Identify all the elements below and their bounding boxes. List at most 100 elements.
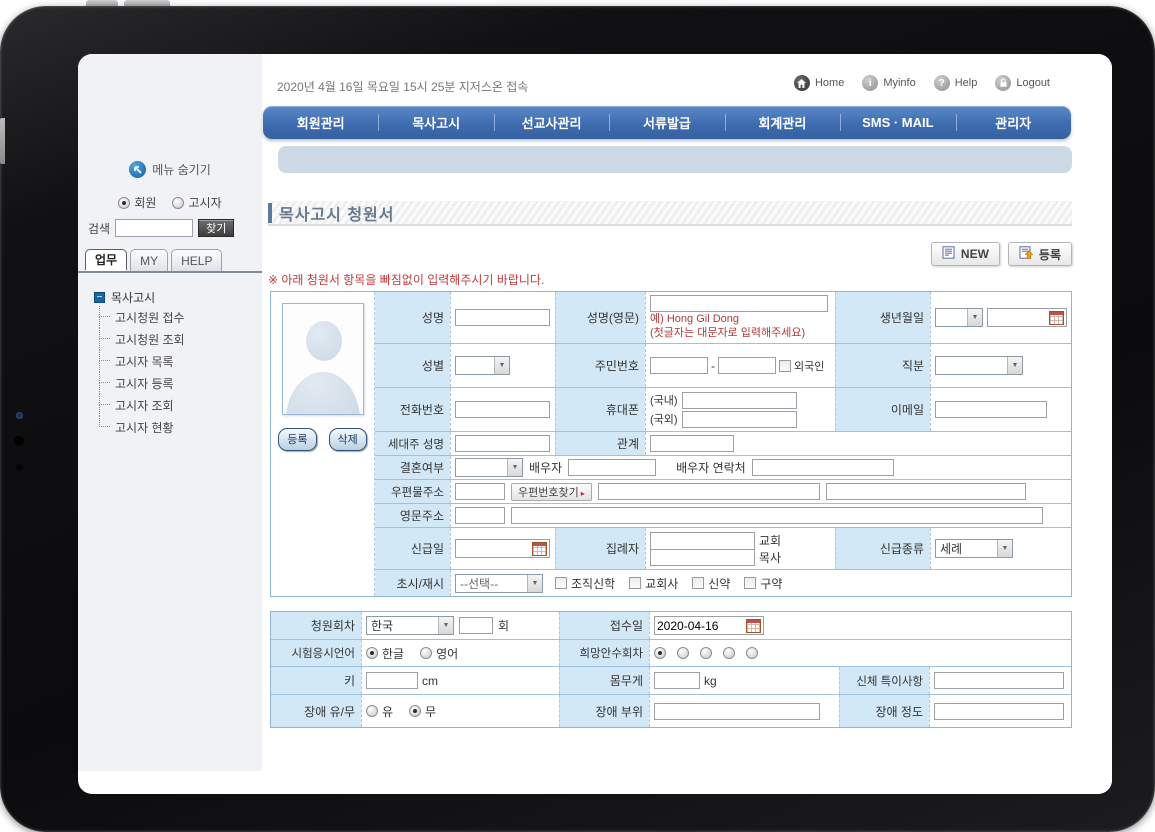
subject-systematic[interactable]: 조직신학 <box>555 575 615 592</box>
tree-item-petition-receipt[interactable]: 고시청원 접수 <box>99 306 262 328</box>
zipcode-find-button[interactable]: 우편번호찾기 <box>511 483 592 501</box>
height-input[interactable] <box>366 672 418 689</box>
member-type-examinee[interactable]: 고시자 <box>172 194 221 211</box>
foreigner-checkbox[interactable] <box>779 360 791 372</box>
subject-new-testament[interactable]: 신약 <box>692 575 730 592</box>
birth-label: 생년월일 <box>835 292 930 343</box>
language-english-radio[interactable] <box>420 647 432 659</box>
logout-link[interactable]: Logout <box>995 75 1050 91</box>
tab-work[interactable]: 업무 <box>85 249 127 271</box>
photo-register-button[interactable]: 등록 <box>278 428 316 451</box>
round-number-input[interactable] <box>459 617 493 634</box>
disability-part-input[interactable] <box>654 703 820 720</box>
ordination-round-radio-1[interactable] <box>654 647 666 659</box>
subject-old-testament-checkbox[interactable] <box>744 577 756 589</box>
calendar-icon[interactable] <box>1049 311 1064 325</box>
relation-input[interactable] <box>650 435 734 452</box>
register-button[interactable]: 등록 <box>1008 242 1072 266</box>
myinfo-link[interactable]: i Myinfo <box>862 75 915 91</box>
name-en-hint2: (첫글자는 대문자로 입력해주세요) <box>650 326 828 340</box>
member-type-member[interactable]: 회원 <box>118 194 156 211</box>
mobile-domestic-input[interactable] <box>682 392 797 409</box>
jumin-front-input[interactable] <box>650 357 708 374</box>
new-button[interactable]: NEW <box>931 242 1000 266</box>
en-address-input[interactable] <box>511 507 1043 524</box>
receipt-date-input[interactable] <box>655 618 746 633</box>
ordination-round-radio-5[interactable] <box>746 647 758 659</box>
mobile-overseas-input[interactable] <box>682 411 797 428</box>
nav-sms-mail[interactable]: SMS · MAIL <box>840 106 955 139</box>
weight-input[interactable] <box>654 672 700 689</box>
zipcode-input[interactable] <box>455 483 505 500</box>
ordination-round-radio-2[interactable] <box>677 647 689 659</box>
spouse-contact-input[interactable] <box>752 459 894 476</box>
marriage-select[interactable]: ▼ <box>455 458 523 477</box>
tree-item-petition-search[interactable]: 고시청원 조회 <box>99 328 262 350</box>
collapse-icon[interactable]: − <box>94 292 105 303</box>
address1-input[interactable] <box>598 483 820 500</box>
subject-new-testament-checkbox[interactable] <box>692 577 704 589</box>
ordination-round-radio-4[interactable] <box>723 647 735 659</box>
photo-delete-button[interactable]: 삭제 <box>329 428 367 451</box>
subject-old-testament[interactable]: 구약 <box>744 575 782 592</box>
tab-my[interactable]: MY <box>130 249 168 271</box>
find-button[interactable]: 찾기 <box>198 219 234 237</box>
disability-yes-radio[interactable] <box>366 705 378 717</box>
radio-member[interactable] <box>118 197 130 209</box>
tab-help[interactable]: HELP <box>171 249 222 271</box>
subject-church-history[interactable]: 교회사 <box>629 575 678 592</box>
subject-systematic-checkbox[interactable] <box>555 577 567 589</box>
camera-icon <box>16 412 23 419</box>
nav-missionary-mgmt[interactable]: 선교사관리 <box>494 106 609 139</box>
address2-input[interactable] <box>826 483 1026 500</box>
nav-admin[interactable]: 관리자 <box>956 106 1071 139</box>
tree-item-examinee-list[interactable]: 고시자 목록 <box>99 350 262 372</box>
phone-input[interactable] <box>455 401 550 418</box>
nav-accounting[interactable]: 회계관리 <box>725 106 840 139</box>
language-korean-radio[interactable] <box>366 647 378 659</box>
tree-item-examinee-search[interactable]: 고시자 조회 <box>99 394 262 416</box>
subject-church-history-checkbox[interactable] <box>629 577 641 589</box>
home-link[interactable]: Home <box>794 75 844 91</box>
officiant-pastor-input[interactable] <box>650 549 755 566</box>
nav-member-mgmt[interactable]: 회원관리 <box>263 106 378 139</box>
position-select[interactable]: ▼ <box>935 356 1023 375</box>
language-korean[interactable]: 한글 <box>366 645 404 662</box>
name-input[interactable] <box>455 309 550 326</box>
round-region-select[interactable]: 한국▼ <box>366 616 454 635</box>
tree-item-examinee-register[interactable]: 고시자 등록 <box>99 372 262 394</box>
disability-degree-input[interactable] <box>934 703 1064 720</box>
gender-select[interactable]: ▼ <box>455 356 510 375</box>
spouse-input[interactable] <box>568 459 656 476</box>
birth-year-select[interactable]: ▼ <box>935 308 983 327</box>
birth-date-input[interactable] <box>988 310 1049 325</box>
nav-document-issue[interactable]: 서류발급 <box>609 106 724 139</box>
body-note-input[interactable] <box>934 672 1064 689</box>
disability-yes[interactable]: 유 <box>366 703 393 720</box>
nav-pastor-exam[interactable]: 목사고시 <box>378 106 493 139</box>
top-links: Home i Myinfo ? Help <box>794 75 1050 91</box>
householder-input[interactable] <box>455 435 550 452</box>
tree-root-pastor-exam[interactable]: − 목사고시 <box>94 289 262 306</box>
language-english[interactable]: 영어 <box>420 645 458 662</box>
email-input[interactable] <box>935 401 1047 418</box>
search-input[interactable] <box>115 219 193 237</box>
ordination-round-radio-3[interactable] <box>700 647 712 659</box>
help-link[interactable]: ? Help <box>934 75 978 91</box>
radio-examinee[interactable] <box>172 197 184 209</box>
name-en-input[interactable] <box>650 295 828 312</box>
officiant-church-input[interactable] <box>650 532 755 549</box>
grade-date-label: 신급일 <box>375 528 450 569</box>
grade-date-input[interactable] <box>456 541 532 556</box>
disability-no[interactable]: 무 <box>409 703 436 720</box>
grade-type-select[interactable]: 세례▼ <box>935 539 1013 558</box>
hide-menu-button[interactable]: 메뉴 숨기기 <box>78 161 262 178</box>
calendar-icon[interactable] <box>746 619 761 633</box>
calendar-icon[interactable] <box>532 542 547 556</box>
disability-no-radio[interactable] <box>409 705 421 717</box>
chevron-down-icon: ▼ <box>494 357 509 374</box>
retake-select[interactable]: --선택--▼ <box>455 574 543 593</box>
en-zipcode-input[interactable] <box>455 507 505 524</box>
tree-item-examinee-status[interactable]: 고시자 현황 <box>99 416 262 438</box>
jumin-back-input[interactable] <box>718 357 776 374</box>
